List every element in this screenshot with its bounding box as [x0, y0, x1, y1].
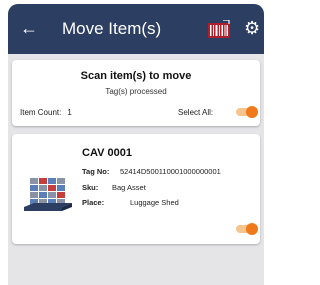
place-label: Place:	[82, 198, 105, 207]
item-count-value: 1	[67, 108, 72, 117]
item-count: Item Count: 1	[20, 108, 72, 117]
item-count-label: Item Count:	[20, 108, 62, 117]
scan-card: Scan item(s) to move Tag(s) processed It…	[12, 60, 260, 126]
pallet-icon	[24, 178, 72, 211]
tag-value: 52414D500110001000000001	[120, 167, 221, 176]
tag-row: Tag No: 52414D500110001000000001	[82, 167, 221, 176]
toggle-knob	[246, 106, 258, 118]
select-all-toggle[interactable]	[234, 106, 258, 118]
place-value: Luggage Shed	[130, 198, 179, 207]
toggle-knob	[246, 223, 258, 235]
item-card[interactable]: CAV 0001 Tag No: 52414D50011000100000000…	[12, 134, 260, 244]
select-all-label: Select All:	[178, 108, 214, 117]
tag-label: Tag No:	[82, 167, 110, 176]
item-select-toggle[interactable]	[234, 223, 258, 235]
app-bar: ← Move Item(s) ⚙	[8, 4, 264, 54]
item-name: CAV 0001	[82, 147, 132, 159]
place-row: Place: Luggage Shed	[82, 198, 179, 207]
tags-processed-label: Tag(s) processed	[105, 87, 167, 96]
back-arrow-icon[interactable]: ←	[20, 18, 38, 38]
page-title: Move Item(s)	[62, 19, 162, 38]
sku-value: Bag Asset	[112, 183, 146, 192]
sku-row: Sku: Bag Asset	[82, 183, 146, 192]
scan-title: Scan item(s) to move	[80, 70, 192, 82]
phone-screen: ← Move Item(s) ⚙ Scan item(s) to move Ta…	[8, 4, 264, 285]
barcode-scanner-icon[interactable]	[208, 20, 230, 38]
gear-icon[interactable]: ⚙	[244, 17, 260, 39]
sku-label: Sku:	[82, 183, 99, 192]
